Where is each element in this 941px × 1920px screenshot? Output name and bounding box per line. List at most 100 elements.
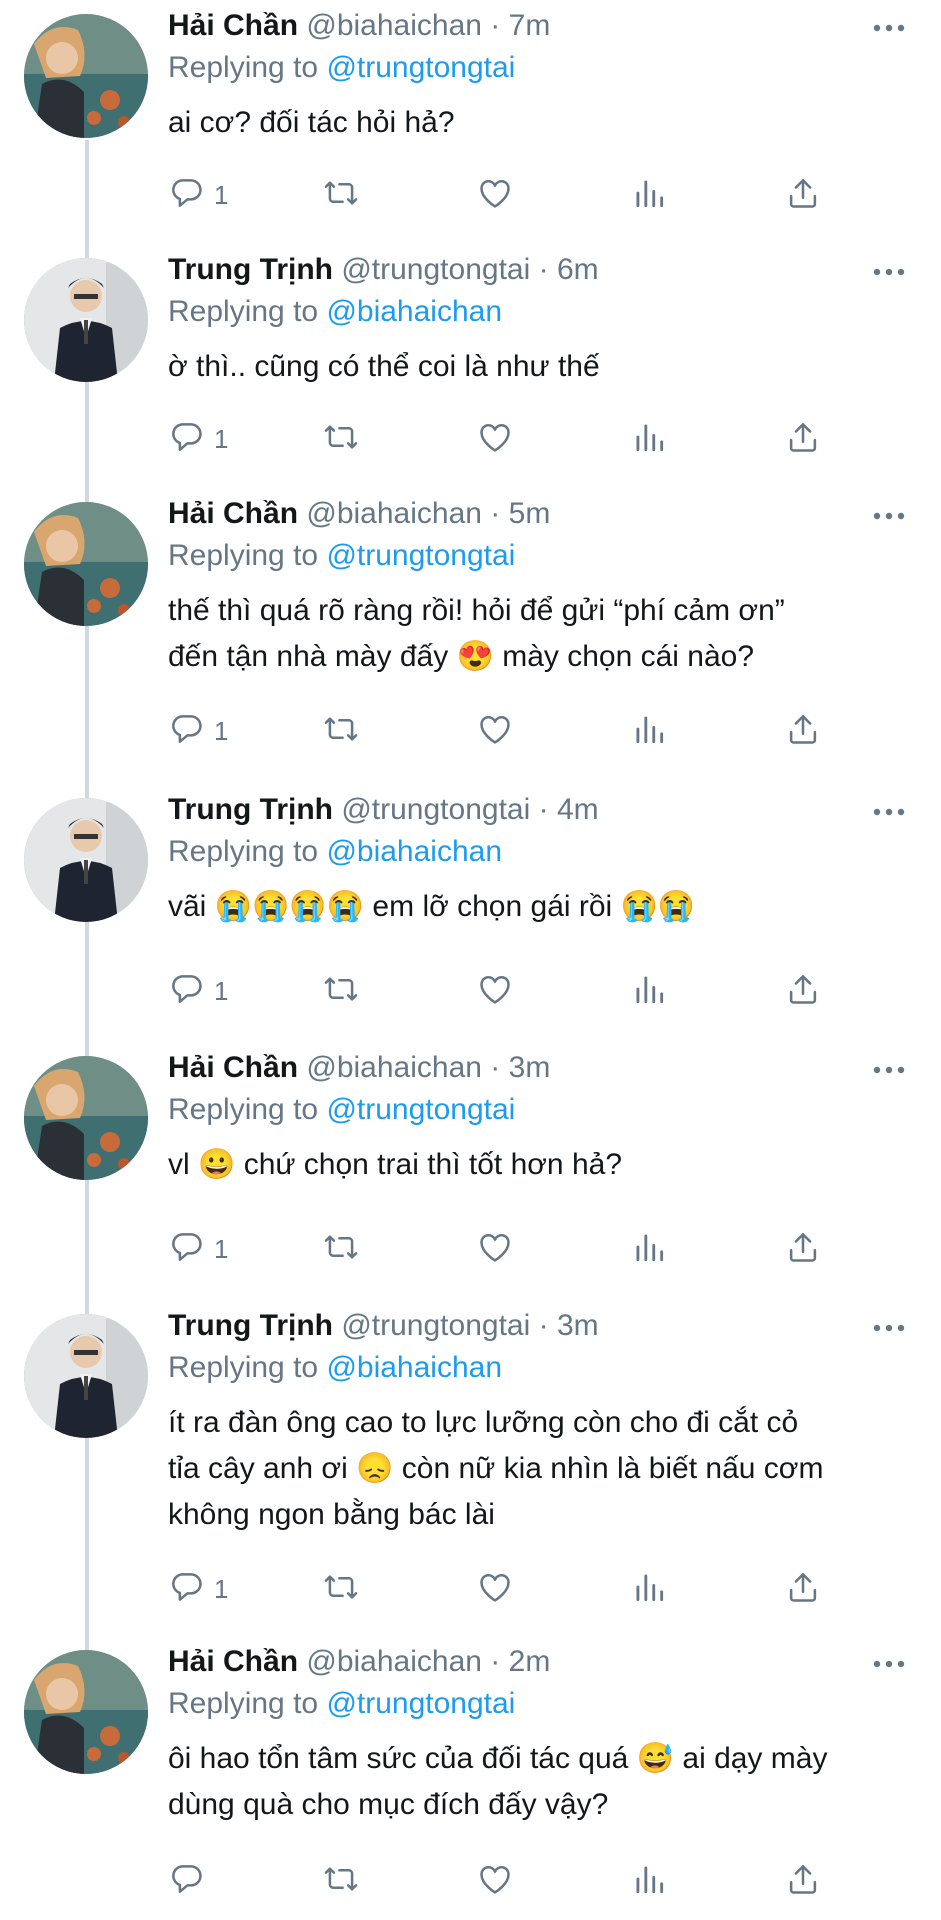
analytics-button[interactable]: [630, 1858, 668, 1904]
timestamp[interactable]: 5m: [509, 497, 551, 530]
timestamp[interactable]: 3m: [557, 1309, 599, 1342]
bar-chart-icon: [630, 970, 668, 1013]
handle[interactable]: @biahaichan: [306, 497, 482, 530]
retweet-button[interactable]: [322, 416, 360, 462]
reply-mention[interactable]: @trungtongtai: [326, 1093, 515, 1126]
reply-mention[interactable]: @biahaichan: [326, 295, 502, 328]
reply-mention[interactable]: @biahaichan: [326, 1351, 502, 1384]
retweet-button[interactable]: [322, 1858, 360, 1904]
analytics-button[interactable]: [630, 416, 668, 462]
display-name[interactable]: Trung Trịnh: [168, 253, 333, 286]
tweet[interactable]: Hải Chần @biahaichan · 2m Replying to @t…: [0, 1642, 941, 1912]
display-name[interactable]: Hải Chần: [168, 1645, 298, 1678]
reply-mention[interactable]: @biahaichan: [326, 835, 502, 868]
tweet[interactable]: Hải Chần @biahaichan · 7m Replying to @t…: [0, 6, 941, 246]
retweet-button[interactable]: [322, 172, 360, 218]
avatar[interactable]: [24, 258, 148, 382]
analytics-button[interactable]: [630, 172, 668, 218]
retweet-button[interactable]: [322, 968, 360, 1014]
more-options-icon[interactable]: [871, 262, 907, 282]
like-button[interactable]: [476, 416, 514, 462]
share-button[interactable]: [784, 172, 822, 218]
retweet-icon: [322, 970, 360, 1013]
display-name[interactable]: Hải Chần: [168, 9, 298, 42]
reply-button[interactable]: 1: [168, 708, 228, 754]
like-button[interactable]: [476, 1566, 514, 1612]
handle[interactable]: @trungtongtai: [341, 1309, 530, 1342]
share-button[interactable]: [784, 1566, 822, 1612]
analytics-button[interactable]: [630, 1226, 668, 1272]
timestamp[interactable]: 3m: [509, 1051, 551, 1084]
avatar[interactable]: [24, 14, 148, 138]
retweet-button[interactable]: [322, 1226, 360, 1272]
display-name[interactable]: Trung Trịnh: [168, 793, 333, 826]
reply-mention[interactable]: @trungtongtai: [326, 51, 515, 84]
timestamp[interactable]: 4m: [557, 793, 599, 826]
avatar[interactable]: [24, 1056, 148, 1180]
tweet-text: vãi 😭😭😭😭 em lỡ chọn gái rồi 😭😭: [168, 890, 696, 923]
share-icon: [784, 174, 822, 217]
like-button[interactable]: [476, 708, 514, 754]
retweet-button[interactable]: [322, 1566, 360, 1612]
tweet-text: ôi hao tổn tâm sức của đối tác quá 😅 ai …: [168, 1742, 828, 1821]
timestamp[interactable]: 6m: [557, 253, 599, 286]
share-button[interactable]: [784, 1226, 822, 1272]
share-icon: [784, 1228, 822, 1271]
handle[interactable]: @trungtongtai: [341, 793, 530, 826]
heart-icon: [476, 1228, 514, 1271]
timestamp[interactable]: 7m: [509, 9, 551, 42]
handle[interactable]: @biahaichan: [306, 9, 482, 42]
tweet[interactable]: Trung Trịnh @trungtongtai · 4m Replying …: [0, 790, 941, 1040]
timestamp[interactable]: 2m: [509, 1645, 551, 1678]
avatar[interactable]: [24, 798, 148, 922]
tweet-text: ít ra đàn ông cao to lực lưỡng còn cho đ…: [168, 1406, 824, 1531]
display-name[interactable]: Trung Trịnh: [168, 1309, 333, 1342]
reply-button[interactable]: 1: [168, 1566, 228, 1612]
like-button[interactable]: [476, 968, 514, 1014]
separator-dot: ·: [490, 1645, 501, 1678]
handle[interactable]: @biahaichan: [306, 1645, 482, 1678]
tweet[interactable]: Hải Chần @biahaichan · 5m Replying to @t…: [0, 494, 941, 784]
share-button[interactable]: [784, 1858, 822, 1904]
bar-chart-icon: [630, 710, 668, 753]
reply-button[interactable]: 1: [168, 1226, 228, 1272]
reply-mention[interactable]: @trungtongtai: [326, 539, 515, 572]
retweet-icon: [322, 1228, 360, 1271]
share-button[interactable]: [784, 708, 822, 754]
reply-button[interactable]: 1: [168, 968, 228, 1014]
display-name[interactable]: Hải Chần: [168, 497, 298, 530]
reply-button[interactable]: 1: [168, 172, 228, 218]
analytics-button[interactable]: [630, 968, 668, 1014]
replying-to-label: Replying to: [168, 51, 319, 84]
like-button[interactable]: [476, 1226, 514, 1272]
share-button[interactable]: [784, 968, 822, 1014]
reply-button[interactable]: 1: [168, 416, 228, 462]
reply-count: 1: [214, 715, 229, 746]
handle[interactable]: @trungtongtai: [341, 253, 530, 286]
more-options-icon[interactable]: [871, 1318, 907, 1338]
analytics-button[interactable]: [630, 1566, 668, 1612]
more-options-icon[interactable]: [871, 802, 907, 822]
avatar[interactable]: [24, 502, 148, 626]
handle[interactable]: @biahaichan: [306, 1051, 482, 1084]
reply-icon: [168, 710, 206, 753]
reply-button[interactable]: [168, 1858, 214, 1904]
reply-mention[interactable]: @trungtongtai: [326, 1687, 515, 1720]
reply-icon: [168, 174, 206, 217]
display-name[interactable]: Hải Chần: [168, 1051, 298, 1084]
more-options-icon[interactable]: [871, 18, 907, 38]
reply-icon: [168, 418, 206, 461]
avatar[interactable]: [24, 1650, 148, 1774]
tweet[interactable]: Trung Trịnh @trungtongtai · 3m Replying …: [0, 1306, 941, 1636]
like-button[interactable]: [476, 1858, 514, 1904]
like-button[interactable]: [476, 172, 514, 218]
tweet[interactable]: Trung Trịnh @trungtongtai · 6m Replying …: [0, 250, 941, 490]
retweet-button[interactable]: [322, 708, 360, 754]
more-options-icon[interactable]: [871, 506, 907, 526]
avatar[interactable]: [24, 1314, 148, 1438]
tweet[interactable]: Hải Chần @biahaichan · 3m Replying to @t…: [0, 1048, 941, 1298]
analytics-button[interactable]: [630, 708, 668, 754]
more-options-icon[interactable]: [871, 1654, 907, 1674]
share-button[interactable]: [784, 416, 822, 462]
more-options-icon[interactable]: [871, 1060, 907, 1080]
